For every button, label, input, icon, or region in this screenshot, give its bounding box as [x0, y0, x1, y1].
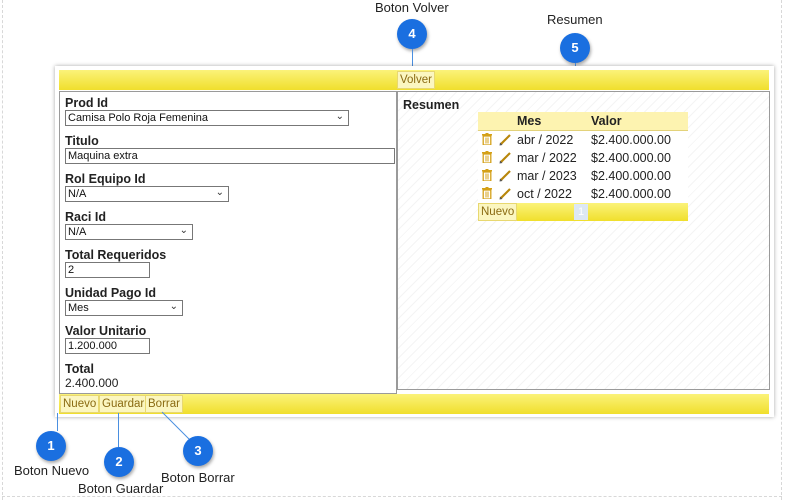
prod-id-value: Camisa Polo Roja Femenina	[68, 112, 209, 124]
guardar-button[interactable]: Guardar	[99, 395, 148, 413]
row-mes: mar / 2023	[517, 169, 577, 183]
annotation-label-guardar: Boton Guardar	[78, 481, 164, 496]
form-panel: Prod Id Camisa Polo Roja Femenina ⌄ Titu…	[59, 91, 397, 394]
raci-id-label: Raci Id	[65, 210, 106, 224]
trash-icon[interactable]	[482, 169, 492, 181]
pencil-icon[interactable]	[499, 151, 512, 164]
grid-header: Mes Valor	[478, 112, 688, 131]
row-valor: $2.400.000.00	[591, 187, 671, 201]
prod-id-label: Prod Id	[65, 96, 109, 110]
row-mes: mar / 2022	[517, 151, 577, 165]
top-toolbar: Volver	[59, 70, 769, 90]
table-row: oct / 2022 $2.400.000.00	[478, 185, 688, 203]
grid-nuevo-button[interactable]: Nuevo	[478, 203, 518, 221]
annotation-label-resumen: Resumen	[547, 12, 603, 27]
total-requeridos-input[interactable]: 2	[65, 262, 150, 278]
annotation-bubble-nuevo: 1	[36, 431, 66, 461]
page-border-right	[781, 0, 782, 500]
annotation-line-guardar	[118, 413, 119, 447]
column-header-valor: Valor	[591, 114, 622, 128]
table-row: mar / 2023 $2.400.000.00	[478, 167, 688, 185]
unidad-pago-id-value: Mes	[68, 302, 89, 314]
page-number[interactable]: 1	[574, 204, 588, 220]
annotation-bubble-borrar: 3	[183, 436, 213, 466]
page-border-bottom	[2, 496, 782, 497]
annotation-label-borrar: Boton Borrar	[161, 470, 235, 485]
annotation-label-nuevo: Boton Nuevo	[14, 463, 90, 478]
table-row: mar / 2022 $2.400.000.00	[478, 149, 688, 167]
resumen-panel: Resumen Mes Valor abr / 2022 $2.400.000.…	[397, 91, 770, 390]
pencil-icon[interactable]	[499, 187, 512, 200]
row-mes: abr / 2022	[517, 133, 574, 147]
unidad-pago-id-select[interactable]: Mes ⌄	[65, 300, 183, 316]
column-header-mes: Mes	[517, 114, 542, 128]
total-value: 2.400.000	[65, 376, 119, 390]
resumen-grid: Mes Valor abr / 2022 $2.400.000.00 mar /…	[478, 112, 688, 221]
pencil-icon[interactable]	[499, 169, 512, 182]
form-window: Volver Prod Id Camisa Polo Roja Femenina…	[55, 66, 774, 417]
rol-equipo-id-label: Rol Equipo Id	[65, 172, 146, 186]
annotation-bubble-resumen: 5	[560, 33, 590, 63]
volver-button[interactable]: Volver	[397, 71, 435, 89]
trash-icon[interactable]	[482, 151, 492, 163]
nuevo-button[interactable]: Nuevo	[60, 395, 100, 413]
chevron-down-icon: ⌄	[335, 111, 344, 122]
row-mes: oct / 2022	[517, 187, 572, 201]
rol-equipo-id-value: N/A	[68, 188, 87, 200]
prod-id-select[interactable]: Camisa Polo Roja Femenina ⌄	[65, 110, 349, 126]
chevron-down-icon: ⌄	[169, 301, 178, 312]
trash-icon[interactable]	[482, 187, 492, 199]
grid-footer: Nuevo 1	[478, 203, 688, 221]
chevron-down-icon: ⌄	[179, 225, 188, 236]
row-valor: $2.400.000.00	[591, 133, 671, 147]
row-valor: $2.400.000.00	[591, 151, 671, 165]
valor-unitario-label: Valor Unitario	[65, 324, 147, 338]
annotation-bubble-volver: 4	[397, 19, 427, 49]
table-row: abr / 2022 $2.400.000.00	[478, 131, 688, 149]
titulo-label: Titulo	[65, 134, 99, 148]
chevron-down-icon: ⌄	[215, 187, 224, 198]
titulo-input[interactable]: Maquina extra	[65, 148, 395, 164]
raci-id-value: N/A	[68, 226, 87, 238]
total-requeridos-label: Total Requeridos	[65, 248, 167, 262]
annotation-label-volver: Boton Volver	[375, 0, 449, 15]
rol-equipo-id-select[interactable]: N/A ⌄	[65, 186, 229, 202]
raci-id-select[interactable]: N/A ⌄	[65, 224, 193, 240]
annotation-line-nuevo	[57, 413, 58, 431]
resumen-title: Resumen	[403, 98, 460, 112]
unidad-pago-id-label: Unidad Pago Id	[65, 286, 156, 300]
trash-icon[interactable]	[482, 133, 492, 145]
pencil-icon[interactable]	[499, 133, 512, 146]
total-label: Total	[65, 362, 94, 376]
row-valor: $2.400.000.00	[591, 169, 671, 183]
page-border-left	[2, 0, 3, 500]
annotation-bubble-guardar: 2	[104, 447, 134, 477]
valor-unitario-input[interactable]: 1.200.000	[65, 338, 150, 354]
